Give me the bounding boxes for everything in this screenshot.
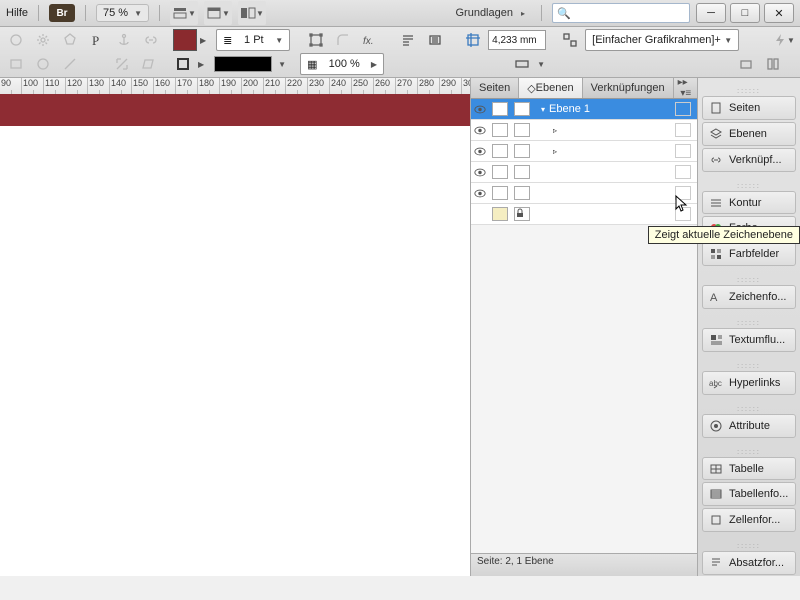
ellipse-icon[interactable] bbox=[4, 29, 28, 51]
anchor-icon[interactable] bbox=[112, 29, 136, 51]
flash-icon[interactable]: ▼ bbox=[772, 29, 796, 51]
layer-row[interactable]: ▹ bbox=[471, 141, 699, 162]
dock-kontur[interactable]: Kontur bbox=[702, 191, 796, 215]
circle-icon[interactable] bbox=[31, 53, 55, 75]
text-wrap-icon[interactable] bbox=[396, 29, 420, 51]
svg-text:A: A bbox=[710, 292, 718, 304]
measure-field[interactable]: 4,233 mm bbox=[488, 30, 546, 50]
layer-target[interactable] bbox=[675, 123, 691, 137]
help-menu[interactable]: Hilfe bbox=[6, 7, 28, 19]
panel-icon-2[interactable] bbox=[761, 53, 785, 75]
rect-icon[interactable] bbox=[4, 53, 28, 75]
layer-row[interactable] bbox=[471, 204, 699, 225]
layer-row[interactable] bbox=[471, 162, 699, 183]
stroke-weight-dropdown[interactable]: ≣1 Pt▼ bbox=[216, 29, 290, 51]
layer-thumb bbox=[492, 186, 508, 200]
red-rectangle bbox=[0, 94, 470, 126]
visibility-icon[interactable] bbox=[471, 105, 489, 114]
layer-thumb bbox=[492, 165, 508, 179]
sunburst-icon[interactable] bbox=[31, 29, 55, 51]
object-style-dropdown[interactable]: [Einfacher Grafikrahmen]+▼ bbox=[585, 29, 739, 51]
screen-mode-icon[interactable]: ▼ bbox=[204, 1, 232, 25]
close-button[interactable]: ✕ bbox=[764, 3, 794, 23]
lock-icon[interactable] bbox=[514, 102, 530, 116]
layers-panel: Seiten ◇ Ebenen Verknüpfungen ▸▸ ▾≡ ▾Ebe… bbox=[470, 78, 700, 576]
shear-icon[interactable] bbox=[137, 53, 161, 75]
lock-icon[interactable] bbox=[514, 123, 530, 137]
polygon-icon[interactable] bbox=[58, 29, 82, 51]
dock-textumflu[interactable]: Textumflu... bbox=[702, 328, 796, 352]
opacity-dropdown[interactable]: ▦100 %▶ bbox=[300, 53, 384, 75]
transform-icon[interactable] bbox=[304, 29, 328, 51]
dock-tabelle[interactable]: Tabelle bbox=[702, 457, 796, 481]
stroke-style-dropdown[interactable] bbox=[214, 56, 272, 72]
panel-icon-1[interactable] bbox=[734, 53, 758, 75]
dock-absatzfor[interactable]: Absatzfor... bbox=[702, 551, 796, 575]
lock-icon[interactable] bbox=[514, 165, 530, 179]
svg-text:P: P bbox=[92, 33, 99, 47]
crop-icon[interactable] bbox=[461, 29, 485, 51]
menu-bar: Hilfe Br 75 %▼ ▼ ▼ ▼ Grundlagen▸ 🔍 ─ □ ✕ bbox=[0, 0, 800, 27]
stroke-swatch[interactable] bbox=[171, 53, 195, 75]
minimize-button[interactable]: ─ bbox=[696, 3, 726, 23]
corner-icon[interactable] bbox=[331, 29, 355, 51]
visibility-icon[interactable] bbox=[471, 189, 489, 198]
dock-zellenfor[interactable]: Zellenfor... bbox=[702, 508, 796, 532]
layer-target[interactable] bbox=[675, 165, 691, 179]
visibility-icon[interactable] bbox=[471, 168, 489, 177]
layer-thumb bbox=[492, 207, 508, 221]
layer-thumb bbox=[492, 102, 508, 116]
svg-text:fx.: fx. bbox=[363, 36, 374, 47]
work-area: 9010011012013014015016017018019020021022… bbox=[0, 78, 800, 576]
view-options-icon[interactable]: ▼ bbox=[170, 1, 198, 25]
layer-target[interactable] bbox=[675, 144, 691, 158]
lock-icon[interactable] bbox=[514, 144, 530, 158]
dock-farbfelder[interactable]: Farbfelder bbox=[702, 242, 796, 266]
layer-row[interactable] bbox=[471, 183, 699, 204]
maximize-button[interactable]: □ bbox=[730, 3, 760, 23]
dock-hyperlinks[interactable]: abc Hyperlinks bbox=[702, 371, 796, 395]
tab-ebenen[interactable]: ◇ Ebenen bbox=[519, 78, 582, 98]
panel-dock: :::::: Seiten Ebenen Verknüpf...:::::: K… bbox=[697, 78, 800, 576]
layer-target[interactable] bbox=[675, 102, 691, 116]
layer-row[interactable]: ▹ bbox=[471, 120, 699, 141]
arrange-icon[interactable]: ▼ bbox=[238, 1, 266, 25]
tab-verknuepfungen[interactable]: Verknüpfungen bbox=[583, 78, 674, 98]
layer-thumb bbox=[492, 123, 508, 137]
dock-tabellenfo[interactable]: Tabellenfo... bbox=[702, 482, 796, 506]
layer-thumb bbox=[492, 144, 508, 158]
dock-ebenen[interactable]: Ebenen bbox=[702, 122, 796, 146]
visibility-icon[interactable] bbox=[471, 126, 489, 135]
visibility-icon[interactable] bbox=[471, 147, 489, 156]
workspace-switcher[interactable]: Grundlagen▸ bbox=[449, 7, 531, 19]
search-input[interactable]: 🔍 bbox=[552, 3, 690, 23]
panel-collapse-icon[interactable]: ▸▸ ▾≡ bbox=[674, 78, 699, 98]
dock-seiten[interactable]: Seiten bbox=[702, 96, 796, 120]
tooltip: Zeigt aktuelle Zeichenebene bbox=[648, 226, 800, 244]
fitting-icon[interactable] bbox=[510, 53, 534, 75]
dock-attribute[interactable]: Attribute bbox=[702, 414, 796, 438]
dock-verknpf[interactable]: Verknüpf... bbox=[702, 148, 796, 172]
dock-zeichenfo[interactable]: A Zeichenfo... bbox=[702, 285, 796, 309]
frame-fitting-icon[interactable] bbox=[558, 29, 582, 51]
align-icon[interactable] bbox=[423, 29, 447, 51]
lock-icon[interactable] bbox=[514, 207, 530, 221]
bridge-button[interactable]: Br bbox=[49, 4, 75, 22]
layer-row[interactable]: ▾Ebene 1 bbox=[471, 99, 699, 120]
control-bar: P ▶ ≣1 Pt▼ fx. 4,233 mm [Einfacher Grafi… bbox=[0, 27, 800, 78]
zoom-dropdown[interactable]: 75 %▼ bbox=[96, 4, 149, 22]
fx-icon[interactable]: fx. bbox=[358, 29, 382, 51]
fill-swatch[interactable] bbox=[173, 29, 197, 51]
tab-seiten[interactable]: Seiten bbox=[471, 78, 519, 98]
type-icon[interactable]: P bbox=[85, 29, 109, 51]
document-canvas[interactable] bbox=[0, 94, 471, 576]
scale-icon[interactable] bbox=[110, 53, 134, 75]
lock-icon[interactable] bbox=[514, 186, 530, 200]
layer-name: Ebene 1 bbox=[549, 103, 590, 115]
link-icon[interactable] bbox=[139, 29, 163, 51]
cursor-icon bbox=[675, 195, 689, 213]
line-icon[interactable] bbox=[58, 53, 82, 75]
layers-footer: Seite: 2, 1 Ebene bbox=[471, 553, 699, 576]
